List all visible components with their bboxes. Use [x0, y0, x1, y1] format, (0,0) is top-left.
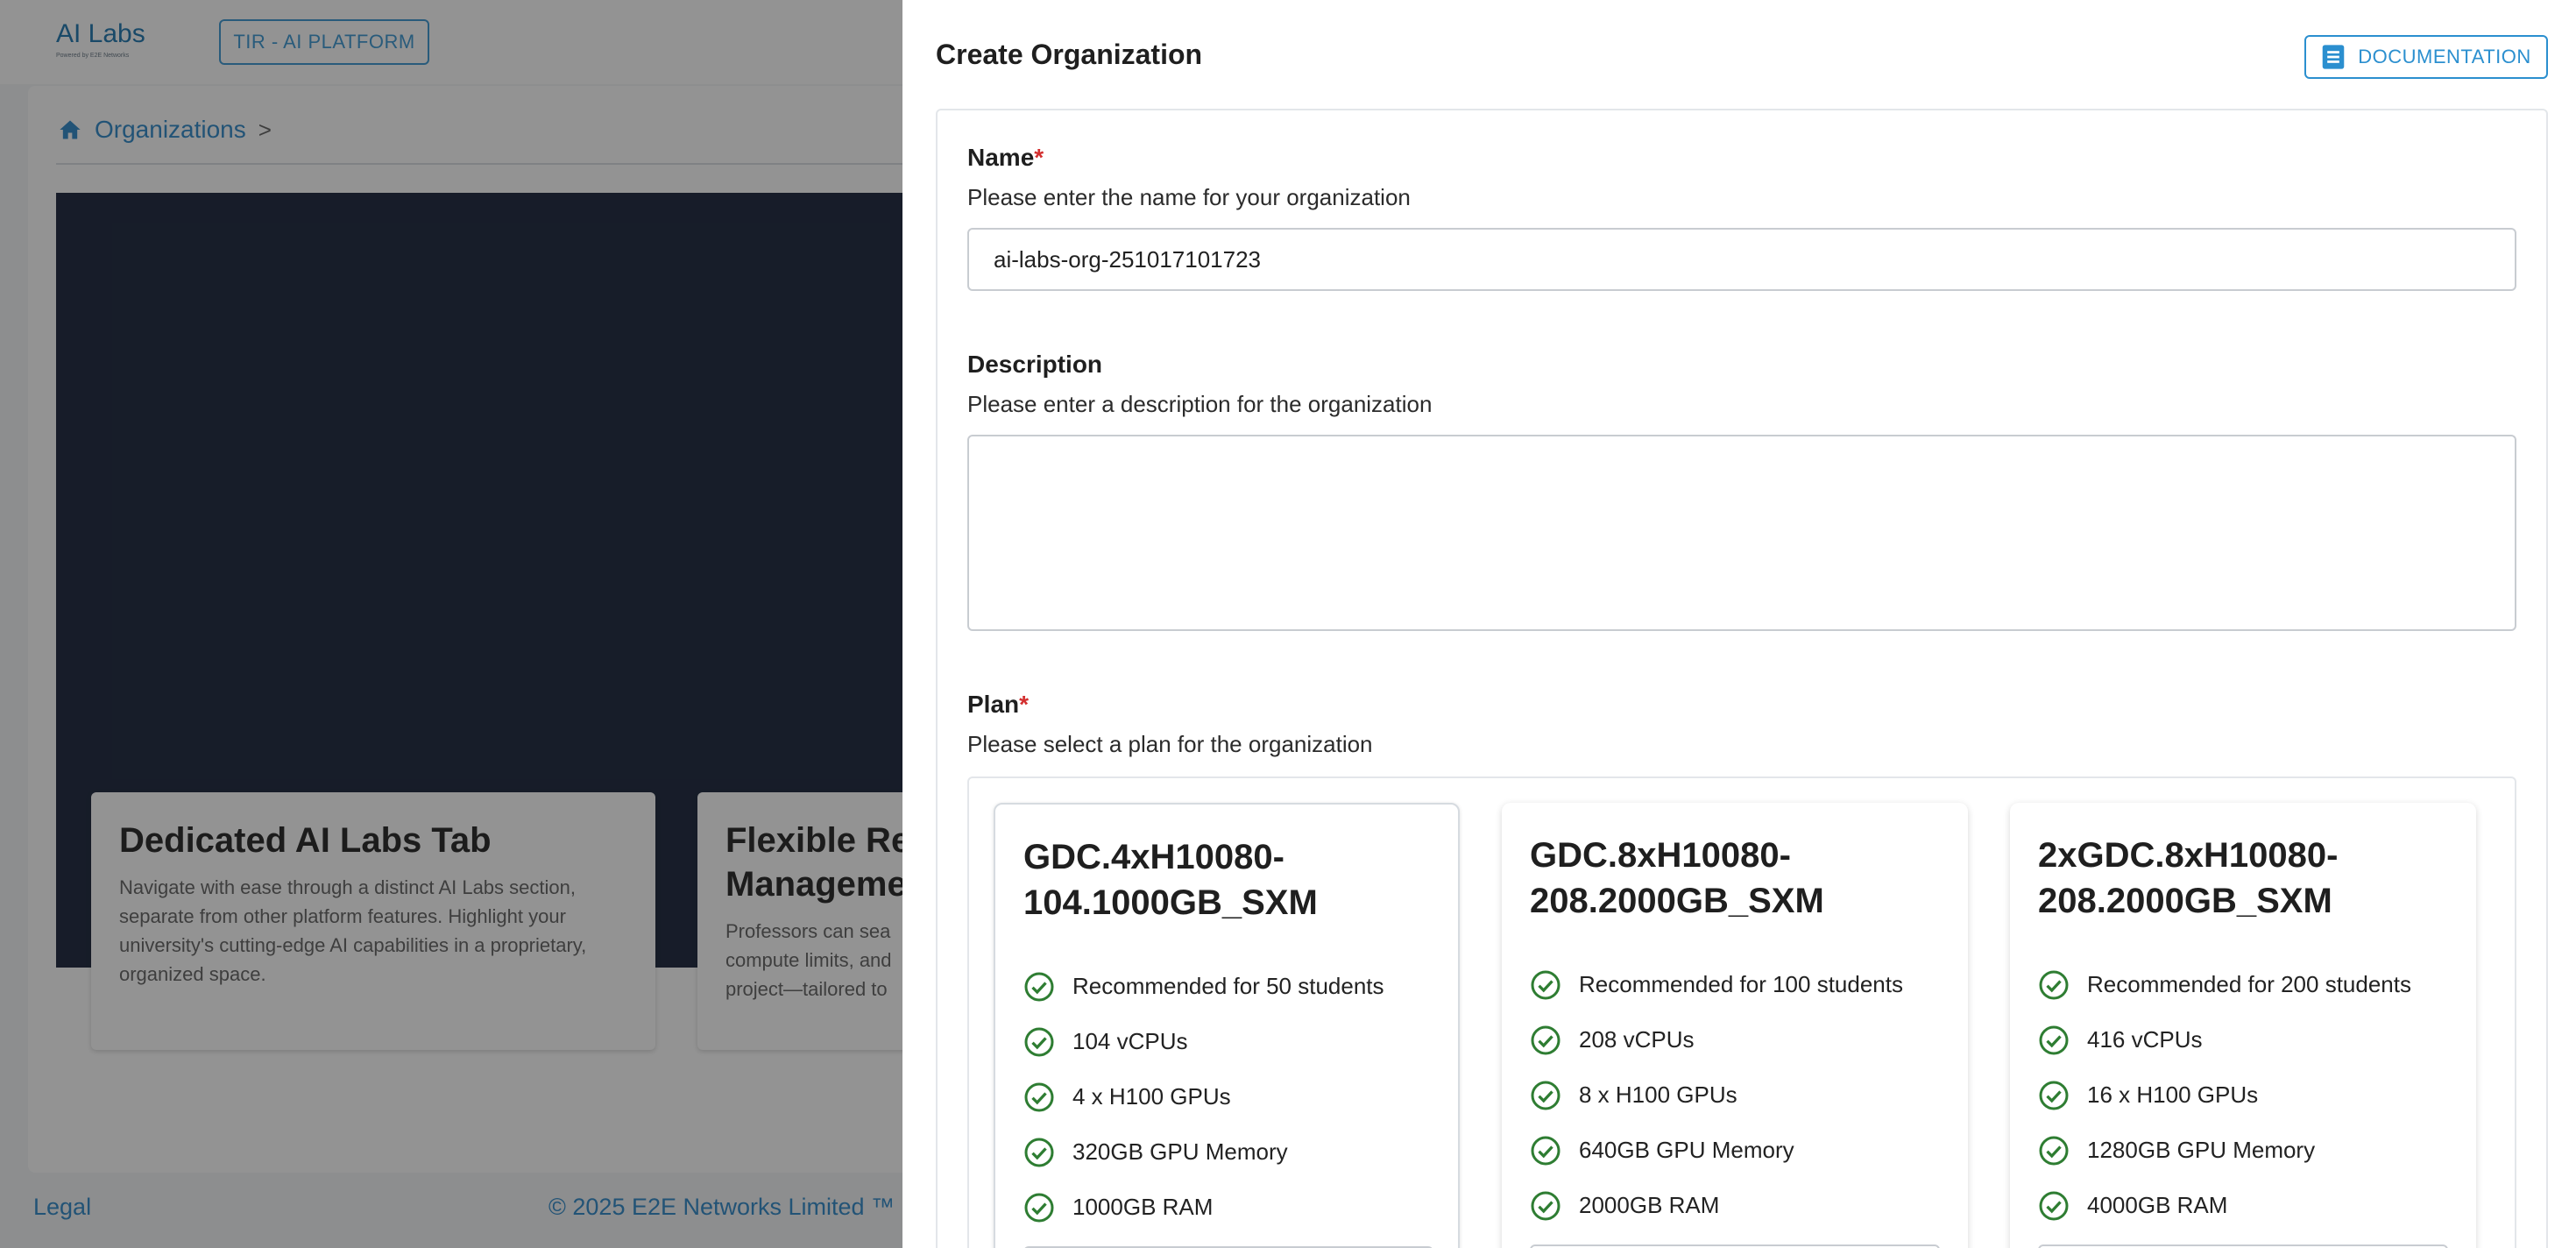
plan-feature-text: 104 vCPUs: [1072, 1028, 1188, 1054]
plan-feature-text: Recommended for 50 students: [1072, 973, 1384, 999]
documentation-label: DOCUMENTATION: [2358, 46, 2531, 67]
name-help: Please enter the name for your organizat…: [967, 184, 1411, 210]
plan-feature: 4 x H100 GPUs: [1023, 1069, 1430, 1124]
check-circle-icon: [2039, 1025, 2069, 1054]
organization-form: Name* Please enter the name for your org…: [936, 109, 2548, 1248]
check-circle-icon: [1024, 1082, 1054, 1111]
plan-name: 2xGDC.8xH10080-208.2000GB_SXM: [2038, 836, 2339, 920]
plan-card-gdc-8xh100[interactable]: GDC.8xH10080-208.2000GB_SXM Recommended …: [1502, 803, 1968, 1248]
plan-label: Plan*: [967, 691, 1029, 719]
required-marker: *: [1034, 144, 1044, 171]
name-label-text: Name: [967, 144, 1035, 171]
check-circle-icon: [1531, 970, 1560, 999]
plan-feature: 416 vCPUs: [2038, 1012, 2448, 1067]
plan-feature: 1280GB GPU Memory: [2038, 1123, 2448, 1178]
documentation-button[interactable]: DOCUMENTATION: [2304, 35, 2548, 79]
plan-help: Please select a plan for the organizatio…: [967, 731, 1373, 757]
plan-feature-text: 2000GB RAM: [1579, 1192, 1720, 1218]
drawer-title: Create Organization: [936, 39, 1203, 70]
check-circle-icon: [1531, 1136, 1560, 1165]
select-plan-button[interactable]: [2038, 1244, 2448, 1248]
select-plan-button[interactable]: [1530, 1244, 1940, 1248]
plan-feature-text: 416 vCPUs: [2087, 1026, 2203, 1053]
document-icon: [2322, 45, 2345, 69]
plan-feature: Recommended for 50 students: [1023, 959, 1430, 1014]
plan-feature: 4000GB RAM: [2038, 1178, 2448, 1233]
create-organization-drawer: Create Organization DOCUMENTATION Name* …: [902, 0, 2576, 1248]
description-help: Please enter a description for the organ…: [967, 391, 1433, 417]
plan-features: Recommended for 100 students 208 vCPUs 8…: [1530, 957, 1940, 1233]
name-input[interactable]: [967, 228, 2516, 291]
plan-feature: 640GB GPU Memory: [1530, 1123, 1940, 1178]
plan-feature-text: 4 x H100 GPUs: [1072, 1083, 1231, 1110]
plan-feature-text: 4000GB RAM: [2087, 1192, 2228, 1218]
description-label: Description: [967, 351, 1103, 378]
plan-label-text: Plan: [967, 691, 1020, 718]
check-circle-icon: [1531, 1081, 1560, 1110]
plan-name: GDC.4xH10080-104.1000GB_SXM: [1023, 838, 1318, 922]
plan-feature: 1000GB RAM: [1023, 1180, 1430, 1235]
plan-feature: 8 x H100 GPUs: [1530, 1067, 1940, 1123]
check-circle-icon: [1531, 1025, 1560, 1054]
check-circle-icon: [1024, 1027, 1054, 1056]
plan-feature-text: 16 x H100 GPUs: [2087, 1081, 2259, 1108]
plan-card-2xgdc-8xh100[interactable]: 2xGDC.8xH10080-208.2000GB_SXM Recommende…: [2010, 803, 2476, 1248]
plan-feature: 16 x H100 GPUs: [2038, 1067, 2448, 1123]
check-circle-icon: [1024, 972, 1054, 1001]
plan-feature-text: 1280GB GPU Memory: [2087, 1137, 2316, 1163]
plan-features: Recommended for 200 students 416 vCPUs 1…: [2038, 957, 2448, 1233]
check-circle-icon: [2039, 1136, 2069, 1165]
check-circle-icon: [2039, 1191, 2069, 1220]
check-circle-icon: [1024, 1138, 1054, 1166]
description-input[interactable]: [967, 435, 2516, 631]
check-circle-icon: [2039, 1081, 2069, 1110]
plan-features: Recommended for 50 students 104 vCPUs 4 …: [1023, 959, 1430, 1235]
plan-feature: 104 vCPUs: [1023, 1014, 1430, 1069]
plan-feature-text: 208 vCPUs: [1579, 1026, 1695, 1053]
check-circle-icon: [1024, 1193, 1054, 1222]
plan-feature: Recommended for 200 students: [2038, 957, 2448, 1012]
check-circle-icon: [1531, 1191, 1560, 1220]
plan-feature-text: Recommended for 200 students: [2087, 971, 2411, 997]
plan-card-gdc-4xh100[interactable]: GDC.4xH10080-104.1000GB_SXM Recommended …: [994, 803, 1460, 1248]
plan-feature-text: Recommended for 100 students: [1579, 971, 1903, 997]
plan-feature-text: 640GB GPU Memory: [1579, 1137, 1794, 1163]
name-label: Name*: [967, 144, 1044, 172]
required-marker: *: [1019, 691, 1030, 718]
plan-feature: 320GB GPU Memory: [1023, 1124, 1430, 1180]
plan-feature: 208 vCPUs: [1530, 1012, 1940, 1067]
plan-list: GDC.4xH10080-104.1000GB_SXM Recommended …: [967, 776, 2516, 1248]
plan-name: GDC.8xH10080-208.2000GB_SXM: [1530, 836, 1824, 920]
plan-feature-text: 320GB GPU Memory: [1072, 1138, 1288, 1165]
plan-feature: 2000GB RAM: [1530, 1178, 1940, 1233]
check-circle-icon: [2039, 970, 2069, 999]
plan-feature: Recommended for 100 students: [1530, 957, 1940, 1012]
plan-feature-text: 8 x H100 GPUs: [1579, 1081, 1737, 1108]
plan-feature-text: 1000GB RAM: [1072, 1194, 1214, 1220]
